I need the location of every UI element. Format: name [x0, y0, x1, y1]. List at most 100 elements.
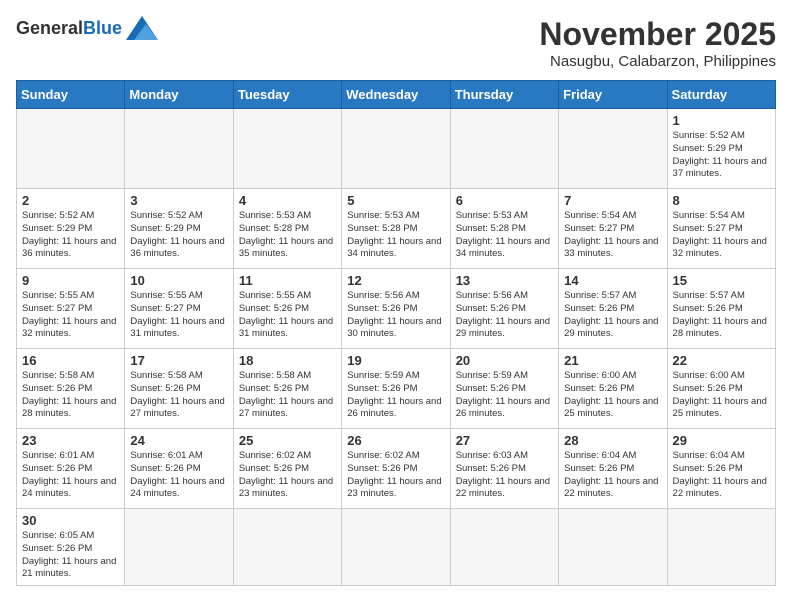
day-number: 24: [130, 433, 227, 448]
weekday-header-friday: Friday: [559, 81, 667, 109]
day-info: Sunrise: 5:57 AM Sunset: 5:26 PM Dayligh…: [564, 290, 661, 341]
month-title: November 2025: [539, 16, 776, 53]
calendar-cell: 27 Sunrise: 6:03 AM Sunset: 5:26 PM Dayli…: [450, 429, 558, 509]
day-info: Sunrise: 5:57 AM Sunset: 5:26 PM Dayligh…: [673, 290, 770, 341]
day-number: 2: [22, 193, 119, 208]
day-number: 13: [456, 273, 553, 288]
day-info: Sunrise: 6:03 AM Sunset: 5:26 PM Dayligh…: [456, 450, 553, 501]
weekday-header-monday: Monday: [125, 81, 233, 109]
day-info: Sunrise: 5:59 AM Sunset: 5:26 PM Dayligh…: [456, 370, 553, 421]
calendar-cell: 13 Sunrise: 5:56 AM Sunset: 5:26 PM Dayli…: [450, 269, 558, 349]
weekday-header-row: SundayMondayTuesdayWednesdayThursdayFrid…: [17, 81, 776, 109]
day-number: 3: [130, 193, 227, 208]
logo-icon: [126, 16, 158, 40]
calendar-cell: 20Sunrise: 5:59 AM Sunset: 5:26 PM Dayli…: [450, 349, 558, 429]
day-number: 12: [347, 273, 444, 288]
calendar-cell: 14 Sunrise: 5:57 AM Sunset: 5:26 PM Dayli…: [559, 269, 667, 349]
calendar-cell: [125, 509, 233, 586]
day-number: 26: [347, 433, 444, 448]
day-info: Sunrise: 6:02 AM Sunset: 5:26 PM Dayligh…: [347, 450, 444, 501]
calendar-week-row: 9 Sunrise: 5:55 AM Sunset: 5:27 PM Daylig…: [17, 269, 776, 349]
day-info: Sunrise: 6:01 AM Sunset: 5:26 PM Dayligh…: [22, 450, 119, 501]
day-number: 29: [673, 433, 770, 448]
day-info: Sunrise: 5:55 AM Sunset: 5:27 PM Dayligh…: [22, 290, 119, 341]
day-number: 10: [130, 273, 227, 288]
day-number: 28: [564, 433, 661, 448]
calendar-cell: 30Sunrise: 6:05 AM Sunset: 5:26 PM Dayli…: [17, 509, 125, 586]
calendar-cell: 1 Sunrise: 5:52 AM Sunset: 5:29 PM Daylig…: [667, 109, 775, 189]
calendar-cell: [667, 509, 775, 586]
calendar-table: SundayMondayTuesdayWednesdayThursdayFrid…: [16, 80, 776, 586]
day-info: Sunrise: 5:58 AM Sunset: 5:26 PM Dayligh…: [239, 370, 336, 421]
calendar-cell: 3Sunrise: 5:52 AM Sunset: 5:29 PM Daylig…: [125, 189, 233, 269]
calendar-week-row: 2Sunrise: 5:52 AM Sunset: 5:29 PM Daylig…: [17, 189, 776, 269]
day-number: 17: [130, 353, 227, 368]
header: General Blue November 2025 Nasugbu, Cala…: [16, 16, 776, 70]
day-number: 16: [22, 353, 119, 368]
day-info: Sunrise: 5:54 AM Sunset: 5:27 PM Dayligh…: [673, 210, 770, 261]
day-info: Sunrise: 6:02 AM Sunset: 5:26 PM Dayligh…: [239, 450, 336, 501]
day-number: 27: [456, 433, 553, 448]
day-number: 22: [673, 353, 770, 368]
calendar-cell: 6Sunrise: 5:53 AM Sunset: 5:28 PM Daylig…: [450, 189, 558, 269]
day-info: Sunrise: 5:52 AM Sunset: 5:29 PM Dayligh…: [673, 130, 770, 181]
calendar-cell: 25 Sunrise: 6:02 AM Sunset: 5:26 PM Dayli…: [233, 429, 341, 509]
calendar-cell: 24Sunrise: 6:01 AM Sunset: 5:26 PM Dayli…: [125, 429, 233, 509]
day-number: 21: [564, 353, 661, 368]
calendar-cell: [559, 509, 667, 586]
day-number: 23: [22, 433, 119, 448]
day-info: Sunrise: 6:00 AM Sunset: 5:26 PM Dayligh…: [673, 370, 770, 421]
day-info: Sunrise: 5:58 AM Sunset: 5:26 PM Dayligh…: [22, 370, 119, 421]
day-info: Sunrise: 5:55 AM Sunset: 5:27 PM Dayligh…: [130, 290, 227, 341]
weekday-header-saturday: Saturday: [667, 81, 775, 109]
calendar-cell: 5Sunrise: 5:53 AM Sunset: 5:28 PM Daylig…: [342, 189, 450, 269]
calendar-cell: 7Sunrise: 5:54 AM Sunset: 5:27 PM Daylig…: [559, 189, 667, 269]
day-number: 8: [673, 193, 770, 208]
calendar-cell: 10 Sunrise: 5:55 AM Sunset: 5:27 PM Dayli…: [125, 269, 233, 349]
calendar-cell: 18Sunrise: 5:58 AM Sunset: 5:26 PM Dayli…: [233, 349, 341, 429]
day-info: Sunrise: 5:55 AM Sunset: 5:26 PM Dayligh…: [239, 290, 336, 341]
calendar-cell: 8 Sunrise: 5:54 AM Sunset: 5:27 PM Daylig…: [667, 189, 775, 269]
day-number: 11: [239, 273, 336, 288]
calendar-cell: 9 Sunrise: 5:55 AM Sunset: 5:27 PM Daylig…: [17, 269, 125, 349]
calendar-cell: 29Sunrise: 6:04 AM Sunset: 5:26 PM Dayli…: [667, 429, 775, 509]
location: Nasugbu, Calabarzon, Philippines: [539, 53, 776, 70]
day-info: Sunrise: 5:53 AM Sunset: 5:28 PM Dayligh…: [239, 210, 336, 261]
day-info: Sunrise: 5:58 AM Sunset: 5:26 PM Dayligh…: [130, 370, 227, 421]
calendar-cell: 4Sunrise: 5:53 AM Sunset: 5:28 PM Daylig…: [233, 189, 341, 269]
calendar-cell: 16 Sunrise: 5:58 AM Sunset: 5:26 PM Dayli…: [17, 349, 125, 429]
calendar-week-row: 16 Sunrise: 5:58 AM Sunset: 5:26 PM Dayli…: [17, 349, 776, 429]
day-info: Sunrise: 5:56 AM Sunset: 5:26 PM Dayligh…: [456, 290, 553, 341]
calendar-cell: [342, 509, 450, 586]
calendar-cell: [233, 509, 341, 586]
day-info: Sunrise: 5:59 AM Sunset: 5:26 PM Dayligh…: [347, 370, 444, 421]
calendar-cell: [450, 509, 558, 586]
title-area: November 2025 Nasugbu, Calabarzon, Phili…: [539, 16, 776, 70]
calendar-cell: 15 Sunrise: 5:57 AM Sunset: 5:26 PM Dayli…: [667, 269, 775, 349]
calendar-cell: [17, 109, 125, 189]
day-info: Sunrise: 5:53 AM Sunset: 5:28 PM Dayligh…: [347, 210, 444, 261]
calendar-cell: 21 Sunrise: 6:00 AM Sunset: 5:26 PM Dayli…: [559, 349, 667, 429]
calendar-cell: 17 Sunrise: 5:58 AM Sunset: 5:26 PM Dayli…: [125, 349, 233, 429]
day-info: Sunrise: 5:56 AM Sunset: 5:26 PM Dayligh…: [347, 290, 444, 341]
day-number: 15: [673, 273, 770, 288]
day-number: 14: [564, 273, 661, 288]
calendar-cell: 12 Sunrise: 5:56 AM Sunset: 5:26 PM Dayli…: [342, 269, 450, 349]
day-number: 9: [22, 273, 119, 288]
day-number: 7: [564, 193, 661, 208]
weekday-header-wednesday: Wednesday: [342, 81, 450, 109]
day-info: Sunrise: 5:53 AM Sunset: 5:28 PM Dayligh…: [456, 210, 553, 261]
logo: General Blue: [16, 16, 158, 40]
day-number: 25: [239, 433, 336, 448]
logo-blue-text: Blue: [83, 18, 122, 39]
calendar-week-row: 30Sunrise: 6:05 AM Sunset: 5:26 PM Dayli…: [17, 509, 776, 586]
calendar-cell: 26 Sunrise: 6:02 AM Sunset: 5:26 PM Dayli…: [342, 429, 450, 509]
calendar-cell: 22 Sunrise: 6:00 AM Sunset: 5:26 PM Dayli…: [667, 349, 775, 429]
weekday-header-tuesday: Tuesday: [233, 81, 341, 109]
calendar-cell: [450, 109, 558, 189]
calendar-cell: 23 Sunrise: 6:01 AM Sunset: 5:26 PM Dayli…: [17, 429, 125, 509]
calendar-cell: 2Sunrise: 5:52 AM Sunset: 5:29 PM Daylig…: [17, 189, 125, 269]
day-info: Sunrise: 6:00 AM Sunset: 5:26 PM Dayligh…: [564, 370, 661, 421]
day-info: Sunrise: 6:05 AM Sunset: 5:26 PM Dayligh…: [22, 530, 119, 581]
day-number: 1: [673, 113, 770, 128]
